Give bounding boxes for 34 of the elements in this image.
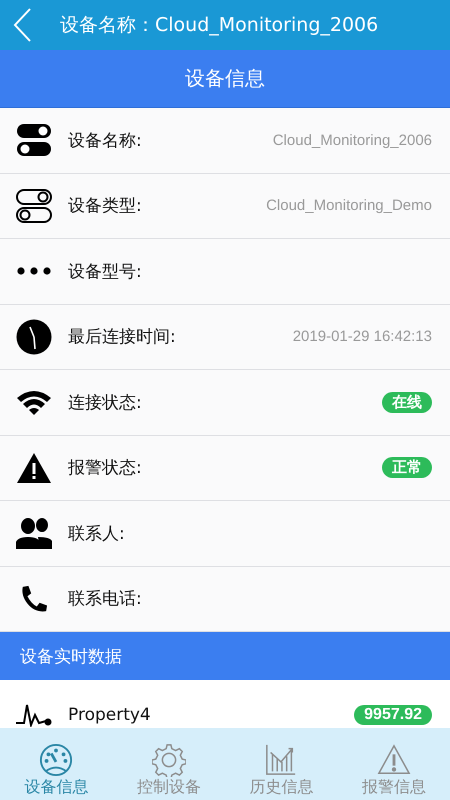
- field-label: 设备型号:: [68, 260, 143, 283]
- field-label: 最后连接时间:: [68, 326, 177, 348]
- status-badge: 正常: [382, 457, 432, 478]
- field-label: 联系电话:: [68, 588, 143, 610]
- field-label: 连接状态:: [68, 392, 143, 414]
- more-icon: [16, 267, 52, 276]
- section-title: 设备信息: [185, 65, 265, 92]
- gear-icon: [152, 743, 186, 777]
- field-label: 设备名称:: [68, 130, 143, 152]
- tab[interactable]: 设备信息: [0, 728, 112, 800]
- warning-icon: [16, 452, 52, 484]
- waveform-icon: [16, 702, 52, 727]
- clock-icon: [16, 318, 52, 355]
- back-icon[interactable]: [12, 7, 32, 43]
- tab[interactable]: 控制设备: [112, 728, 225, 800]
- gauge-icon: [39, 743, 74, 777]
- property-name: Property4: [68, 704, 152, 725]
- contacts-icon: [16, 517, 52, 550]
- wifi-icon: [16, 389, 52, 416]
- status-badge: 在线: [382, 392, 432, 413]
- toggle-icon: [16, 123, 52, 158]
- field-label: 报警状态:: [68, 457, 143, 480]
- toggle-icon: [16, 188, 52, 223]
- field-value: 2019-01-29 16:42:13: [292, 328, 432, 346]
- tab[interactable]: 报警信息: [338, 728, 450, 800]
- field-label: 设备类型:: [68, 195, 143, 218]
- warning-icon: [376, 743, 411, 777]
- field-value: Cloud_Monitoring_2006: [272, 132, 432, 149]
- section-title: 设备实时数据: [20, 646, 122, 668]
- field-value: Cloud_Monitoring_Demo: [266, 197, 432, 214]
- field-label: 联系人:: [68, 522, 126, 545]
- property-value: 9957.92: [354, 704, 432, 725]
- tab[interactable]: 历史信息: [225, 728, 338, 800]
- device-name-title: 设备名称：Cloud_Monitoring_2006: [60, 13, 378, 38]
